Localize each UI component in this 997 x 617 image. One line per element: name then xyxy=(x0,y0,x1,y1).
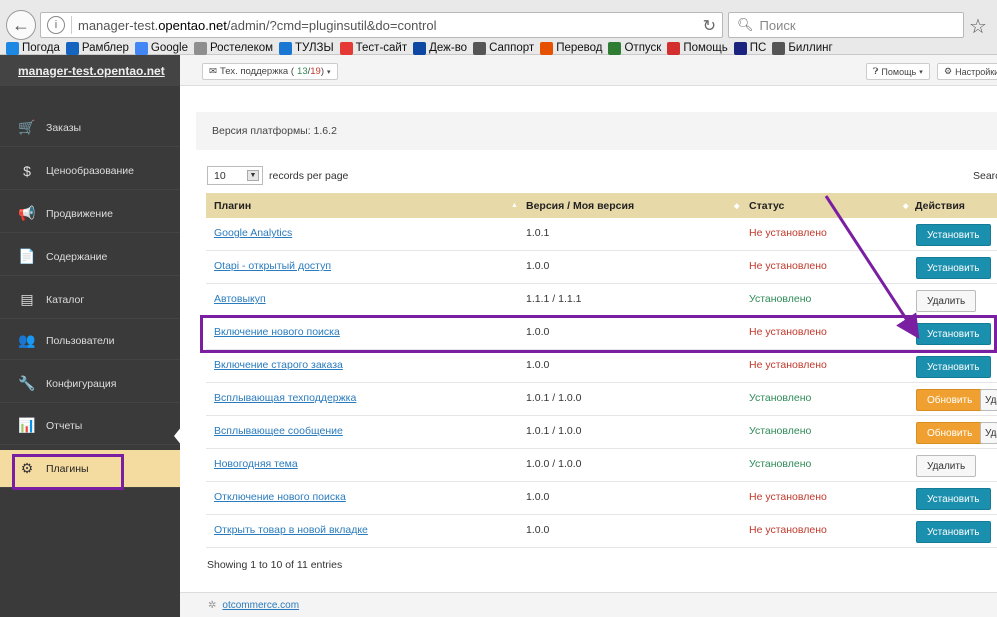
annotation-arrow xyxy=(824,195,920,340)
